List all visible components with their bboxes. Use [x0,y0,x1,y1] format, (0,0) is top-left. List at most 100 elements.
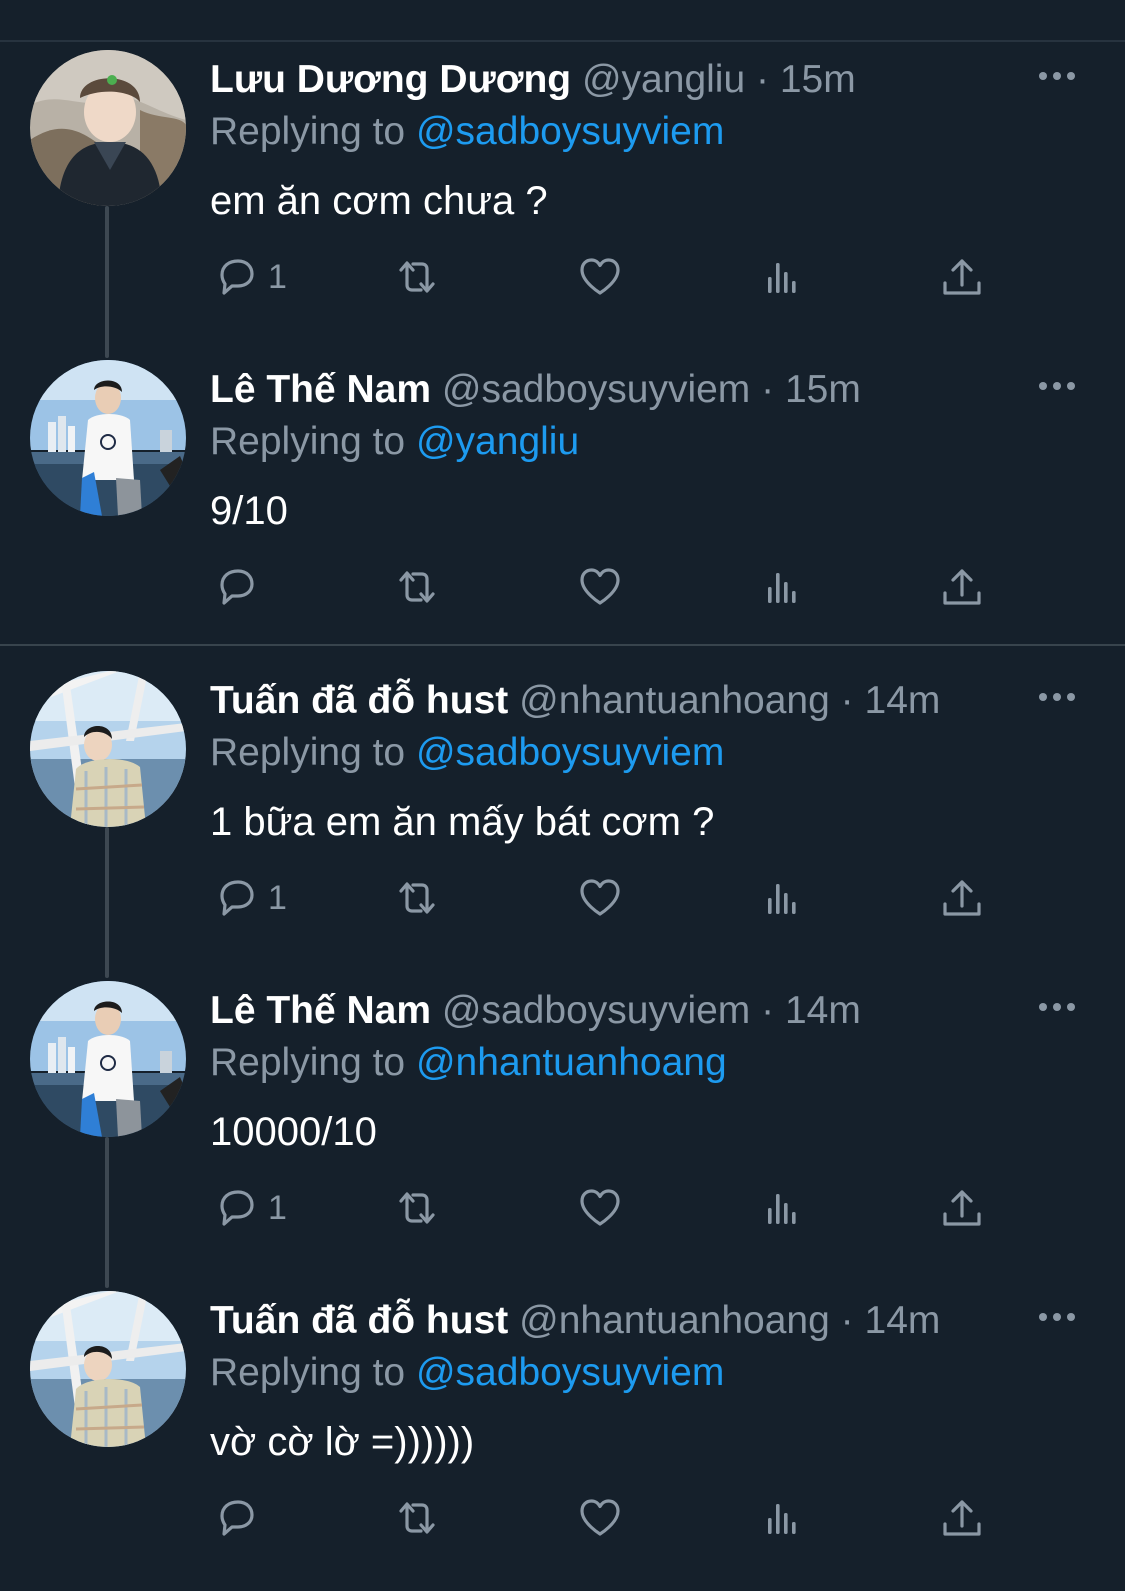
avatar[interactable] [30,1291,186,1447]
share-button[interactable] [938,562,986,612]
more-horizontal-icon[interactable] [1035,1297,1079,1337]
share-icon [943,1190,981,1226]
more-horizontal-icon[interactable] [1035,366,1079,406]
like-button[interactable] [576,252,624,302]
reply-button[interactable] [212,1493,268,1543]
retweet-icon [399,1192,435,1224]
tweet[interactable]: Lưu Dương Dương @yangliu · 15m Replying … [0,40,1125,350]
tweet[interactable]: Lê Thế Nam @sadboysuyviem · 14m Replying… [0,971,1125,1281]
retweet-icon [399,571,435,603]
timestamp[interactable]: 15m [780,58,856,101]
tweet[interactable]: Tuấn đã đỗ hust @nhantuanhoang · 14m Rep… [0,661,1125,971]
mention-link[interactable]: @nhantuanhoang [416,1041,727,1084]
tweet-header: Lưu Dương Dương @yangliu · 15m [210,52,856,108]
views-icon [768,1504,796,1534]
timestamp[interactable]: 15m [785,368,861,411]
display-name[interactable]: Tuấn đã đỗ hust [210,1299,508,1342]
avatar[interactable] [30,671,186,827]
views-button[interactable] [758,873,806,923]
mention-link[interactable]: @sadboysuyviem [416,731,724,774]
replying-to: Replying to @sadboysuyviem [210,104,724,160]
reply-icon [220,880,254,916]
replying-label: Replying to [210,731,406,774]
retweet-button[interactable] [393,1183,441,1233]
reply-button[interactable]: 1 [212,873,287,923]
mention-link[interactable]: @sadboysuyviem [416,1351,724,1394]
like-button[interactable] [576,562,624,612]
more-horizontal-icon[interactable] [1035,56,1079,96]
tweet-header: Lê Thế Nam @sadboysuyviem · 15m [210,362,861,418]
more-horizontal-icon[interactable] [1035,987,1079,1027]
user-handle[interactable]: @nhantuanhoang [519,1299,830,1342]
share-button[interactable] [938,1183,986,1233]
reply-icon [220,1500,254,1536]
display-name[interactable]: Tuấn đã đỗ hust [210,679,508,722]
retweet-icon [399,1502,435,1534]
replying-to: Replying to @sadboysuyviem [210,1345,724,1401]
tweet-text: 9/10 [210,489,288,533]
tweet-text: em ăn cơm chưa ? [210,179,548,223]
like-button[interactable] [576,873,624,923]
replying-to: Replying to @sadboysuyviem [210,725,724,781]
retweet-icon [399,261,435,293]
tweet-header: Tuấn đã đỗ hust @nhantuanhoang · 14m [210,1293,940,1349]
like-button[interactable] [576,1183,624,1233]
tweet[interactable]: Lê Thế Nam @sadboysuyviem · 15m Replying… [0,350,1125,660]
replying-label: Replying to [210,420,406,463]
mention-link[interactable]: @sadboysuyviem [416,110,724,153]
share-icon [943,880,981,916]
tweet-text: vờ cờ lờ =)))))) [210,1420,475,1464]
separator: · [756,58,769,101]
user-handle[interactable]: @sadboysuyviem [442,989,750,1032]
user-handle[interactable]: @sadboysuyviem [442,368,750,411]
timestamp[interactable]: 14m [865,1299,941,1342]
reply-icon [220,569,254,605]
user-handle[interactable]: @yangliu [582,58,745,101]
share-icon [943,259,981,295]
heart-icon [580,1189,620,1226]
avatar[interactable] [30,50,186,206]
mention-link[interactable]: @yangliu [416,420,579,463]
replying-label: Replying to [210,110,406,153]
tweet-text: 10000/10 [210,1110,377,1154]
user-handle[interactable]: @nhantuanhoang [519,679,830,722]
views-icon [768,884,796,914]
more-horizontal-icon[interactable] [1035,677,1079,717]
separator: · [840,1299,854,1342]
retweet-button[interactable] [393,1493,441,1543]
avatar[interactable] [30,981,186,1137]
display-name[interactable]: Lê Thế Nam [210,368,431,411]
reply-icon [220,1190,254,1226]
retweet-button[interactable] [393,252,441,302]
reply-button[interactable]: 1 [212,1183,287,1233]
timestamp[interactable]: 14m [865,679,941,722]
share-button[interactable] [938,1493,986,1543]
reply-count: 1 [268,878,287,917]
display-name[interactable]: Lưu Dương Dương [210,58,571,101]
reply-button[interactable]: 1 [212,252,287,302]
separator: · [840,679,854,722]
views-button[interactable] [758,562,806,612]
heart-icon [580,258,620,295]
heart-icon [580,568,620,605]
reply-button[interactable] [212,562,268,612]
tweet-header: Lê Thế Nam @sadboysuyviem · 14m [210,983,861,1039]
replying-label: Replying to [210,1351,406,1394]
like-button[interactable] [576,1493,624,1543]
reply-icon [220,259,254,295]
retweet-button[interactable] [393,562,441,612]
tweet-header: Tuấn đã đỗ hust @nhantuanhoang · 14m [210,673,940,729]
share-button[interactable] [938,873,986,923]
timestamp[interactable]: 14m [785,989,861,1032]
retweet-button[interactable] [393,873,441,923]
share-icon [943,1500,981,1536]
share-button[interactable] [938,252,986,302]
views-button[interactable] [758,252,806,302]
views-button[interactable] [758,1183,806,1233]
views-button[interactable] [758,1493,806,1543]
avatar[interactable] [30,360,186,516]
display-name[interactable]: Lê Thế Nam [210,989,431,1032]
replying-to: Replying to @nhantuanhoang [210,1035,727,1091]
retweet-icon [399,882,435,914]
tweet[interactable]: Tuấn đã đỗ hust @nhantuanhoang · 14m Rep… [0,1281,1125,1591]
